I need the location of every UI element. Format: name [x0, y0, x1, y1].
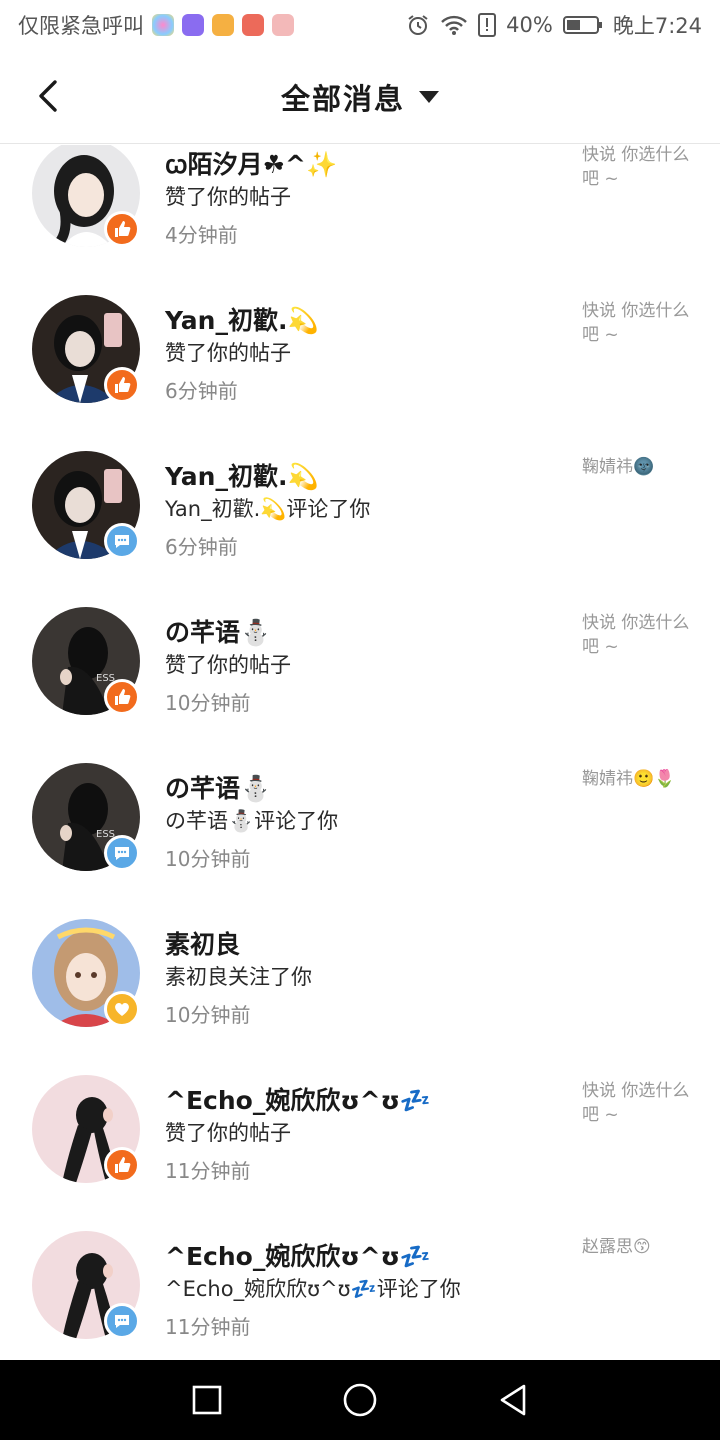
clock-time: 晚上7:24 — [612, 14, 702, 38]
action-text: の芊语⛄评论了你 — [165, 809, 339, 833]
carrier-text: 仅限紧急呼叫 — [18, 14, 144, 38]
timestamp: 10分钟前 — [165, 691, 251, 715]
comment-bubble-icon — [115, 847, 129, 860]
thumbs-up-icon — [115, 221, 131, 237]
comment-bubble-icon — [115, 535, 129, 548]
sender-name[interactable]: ^Echo_婉欣欣ʊ^ʊ💤 — [165, 1081, 431, 1117]
timestamp: 10分钟前 — [165, 847, 251, 871]
sender-name[interactable]: ^Echo_婉欣欣ʊ^ʊ💤 — [165, 1237, 431, 1273]
alert-sim-icon — [478, 13, 497, 37]
message-filter-dropdown[interactable]: 全部消息 — [281, 76, 439, 118]
like-badge — [104, 679, 140, 715]
wifi-icon — [440, 14, 468, 36]
comment-badge — [104, 835, 140, 871]
sender-name[interactable]: 素初良 — [165, 925, 240, 961]
action-text: 素初良关注了你 — [165, 965, 312, 989]
square-recents-icon — [192, 1385, 221, 1415]
sender-name[interactable]: の芊语⛄ — [165, 613, 271, 649]
chevron-left-icon — [39, 80, 57, 112]
timestamp: 10分钟前 — [165, 1003, 251, 1027]
page-title: 全部消息 — [280, 81, 405, 116]
like-badge — [104, 211, 140, 247]
comment-badge — [104, 1303, 140, 1339]
sender-name[interactable]: Yan_初歡.💫 — [165, 301, 319, 337]
thumbs-up-icon — [115, 377, 131, 393]
like-badge — [104, 367, 140, 403]
back-button[interactable] — [30, 76, 66, 116]
battery-percent: 40% — [506, 13, 553, 37]
heart-icon — [115, 1003, 129, 1016]
follow-badge — [104, 991, 140, 1027]
multicolor-app-icon — [152, 14, 174, 36]
message-row[interactable]: ESS の芊语⛄ の芊语⛄评论了你 10分钟前 鞠婧祎🙂🌷 — [0, 763, 720, 919]
message-row[interactable]: ꞷ陌汐月☘︎^✨ 赞了你的帖子 4分钟前 快说 你选什么吧 ~ — [0, 145, 720, 295]
header-bar: 全部消息 — [0, 50, 720, 144]
home-button[interactable] — [336, 1376, 384, 1424]
back-nav-button[interactable] — [489, 1376, 537, 1424]
comment-bubble-icon — [115, 1315, 129, 1328]
recents-button[interactable] — [183, 1376, 231, 1424]
thumbs-up-icon — [115, 689, 131, 705]
sender-name[interactable]: Yan_初歡.💫 — [165, 457, 319, 493]
message-row[interactable]: ESS の芊语⛄ 赞了你的帖子 10分钟前 快说 你选什么吧 ~ — [0, 607, 720, 763]
timestamp: 11分钟前 — [165, 1315, 251, 1339]
like-badge — [104, 1147, 140, 1183]
thumbs-up-icon — [115, 1157, 131, 1173]
action-text: Yan_初歡.💫评论了你 — [165, 497, 371, 521]
timestamp: 4分钟前 — [165, 223, 238, 247]
post-preview[interactable]: 快说 你选什么吧 ~ — [582, 611, 692, 659]
pink-gift-app-icon — [272, 14, 294, 36]
comment-preview[interactable]: 赵露思😙 — [582, 1235, 692, 1259]
battery-icon — [562, 15, 603, 35]
message-row[interactable]: ^Echo_婉欣欣ʊ^ʊ💤 赞了你的帖子 11分钟前 快说 你选什么吧 ~ — [0, 1075, 720, 1231]
timestamp: 6分钟前 — [165, 379, 238, 403]
timestamp: 6分钟前 — [165, 535, 238, 559]
timestamp: 11分钟前 — [165, 1159, 251, 1183]
post-preview[interactable]: 快说 你选什么吧 ~ — [582, 1079, 692, 1127]
purple-app-icon — [182, 14, 204, 36]
circle-home-icon — [343, 1383, 377, 1417]
action-text: ^Echo_婉欣欣ʊ^ʊ💤评论了你 — [165, 1277, 461, 1301]
status-bar: 仅限紧急呼叫 40% 晚上7:24 — [0, 0, 720, 50]
system-nav-bar — [0, 1360, 720, 1440]
sender-name[interactable]: ꞷ陌汐月☘︎^✨ — [165, 145, 337, 181]
action-text: 赞了你的帖子 — [165, 185, 291, 209]
caret-down-icon — [419, 90, 439, 103]
message-row[interactable]: 素初良 素初良关注了你 10分钟前 — [0, 919, 720, 1075]
comment-badge — [104, 523, 140, 559]
post-preview[interactable]: 快说 你选什么吧 ~ — [582, 299, 692, 347]
comment-preview[interactable]: 鞠婧祎🙂🌷 — [582, 767, 692, 791]
message-row[interactable]: Yan_初歡.💫 Yan_初歡.💫评论了你 6分钟前 鞠婧祎🌚 — [0, 451, 720, 607]
message-row[interactable]: ^Echo_婉欣欣ʊ^ʊ💤 ^Echo_婉欣欣ʊ^ʊ💤评论了你 11分钟前 赵露… — [0, 1231, 720, 1360]
action-text: 赞了你的帖子 — [165, 341, 291, 365]
action-text: 赞了你的帖子 — [165, 1121, 291, 1145]
sender-name[interactable]: の芊语⛄ — [165, 769, 271, 805]
comment-preview[interactable]: 鞠婧祎🌚 — [582, 455, 692, 479]
triangle-back-icon — [501, 1384, 526, 1416]
action-text: 赞了你的帖子 — [165, 653, 291, 677]
red-app-icon — [242, 14, 264, 36]
orange-play-app-icon — [212, 14, 234, 36]
post-preview[interactable]: 快说 你选什么吧 ~ — [582, 145, 692, 191]
message-row[interactable]: Yan_初歡.💫 赞了你的帖子 6分钟前 快说 你选什么吧 ~ — [0, 295, 720, 451]
alarm-icon — [406, 13, 430, 37]
message-list[interactable]: ꞷ陌汐月☘︎^✨ 赞了你的帖子 4分钟前 快说 你选什么吧 ~ Yan_初歡.💫… — [0, 145, 720, 1360]
